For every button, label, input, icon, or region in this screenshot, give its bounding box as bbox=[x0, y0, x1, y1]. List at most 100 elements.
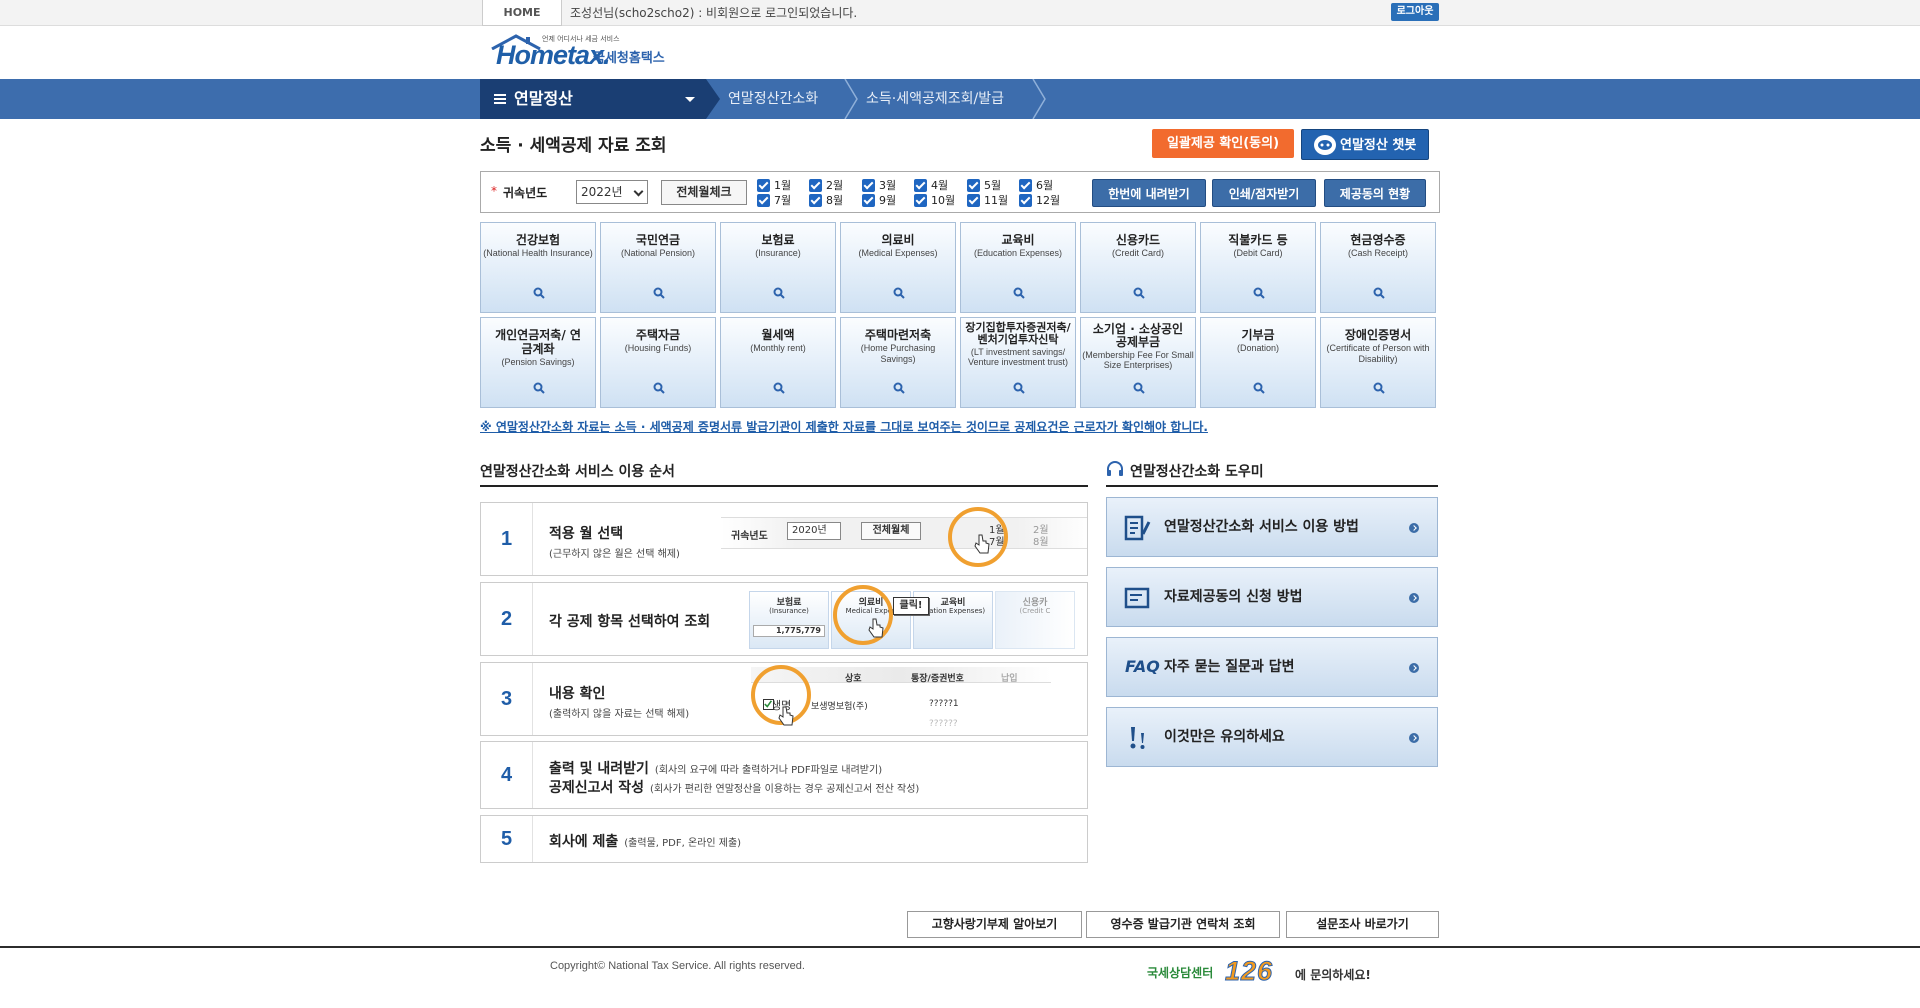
nav-menu-label: 연말정산 bbox=[514, 89, 573, 108]
document-icon bbox=[1124, 587, 1150, 609]
helper-usage-guide-button[interactable]: 연말정산간소화 서비스 이용 방법 bbox=[1106, 497, 1438, 557]
download-all-button[interactable]: 한번에 내려받기 bbox=[1092, 179, 1206, 207]
checkbox-checked-icon bbox=[1019, 194, 1032, 207]
helper-item-label: 이것만은 유의하세요 bbox=[1164, 729, 1285, 745]
page-title: 소득 · 세액공제 자료 조회 bbox=[480, 136, 667, 156]
helper-item-label: 연말정산간소화 서비스 이용 방법 bbox=[1164, 519, 1359, 535]
search-icon bbox=[1373, 382, 1385, 394]
breadcrumb-item-2[interactable]: 소득·세액공제조회/발급 bbox=[866, 79, 1004, 119]
step-number: 2 bbox=[481, 583, 533, 655]
logout-button[interactable]: 로그아웃 bbox=[1391, 3, 1439, 21]
illustration-year-label: 귀속년도 bbox=[731, 531, 768, 542]
bulk-consent-button[interactable]: 일괄제공 확인(동의) bbox=[1152, 129, 1294, 158]
checkbox-checked-icon bbox=[862, 194, 875, 207]
step-note: (회사가 편리한 연말정산을 이용하는 경우 공제신고서 전산 작성) bbox=[650, 784, 920, 795]
receipt-issuer-contact-button[interactable]: 영수증 발급기관 연락처 조회 bbox=[1086, 911, 1280, 938]
checkbox-checked-icon bbox=[862, 179, 875, 192]
tile-disability-certificate[interactable]: 장애인증명서 (Certificate of Person with Disabi… bbox=[1320, 317, 1436, 408]
step-number: 3 bbox=[481, 663, 533, 735]
illustration-row-text: 보생명보험(주) bbox=[811, 702, 868, 712]
step-title-2: 공제신고서 작성 bbox=[549, 780, 645, 796]
illustration-month-8: 8월 bbox=[1033, 537, 1049, 548]
step-number: 4 bbox=[481, 742, 533, 808]
nav-menu-dropdown[interactable]: 연말정산 bbox=[480, 79, 706, 119]
search-icon bbox=[773, 287, 785, 299]
checkbox-checked-icon bbox=[809, 194, 822, 207]
tile-donation[interactable]: 기부금 (Donation) bbox=[1200, 317, 1316, 408]
steps-section-divider bbox=[480, 485, 1088, 487]
tile-debit-card[interactable]: 직불카드 등 (Debit Card) bbox=[1200, 222, 1316, 313]
search-icon bbox=[1253, 382, 1265, 394]
step-subtitle: (출력하지 않을 자료는 선택 해제) bbox=[549, 709, 690, 720]
helper-item-label: 자료제공동의 신청 방법 bbox=[1164, 589, 1303, 605]
tile-national-health-insurance[interactable]: 건강보험 (National Health Insurance) bbox=[480, 222, 596, 313]
tile-lt-investment-savings[interactable]: 장기집합투자증권저축/ 벤처기업투자신탁 (LT investment savin… bbox=[960, 317, 1076, 408]
step-title: 적용 월 선택 bbox=[549, 526, 624, 542]
select-all-months-button[interactable]: 전체월체크 bbox=[661, 180, 747, 205]
callcenter-suffix: 에 문의하세요! bbox=[1295, 968, 1371, 982]
year-label: 귀속년도 bbox=[503, 186, 548, 200]
illustration-row-value: ?????1 bbox=[929, 699, 959, 709]
survey-button[interactable]: 설문조사 바로가기 bbox=[1286, 911, 1439, 938]
tile-national-pension[interactable]: 국민연금 (National Pension) bbox=[600, 222, 716, 313]
illustration-col-header: 통장/증권번호 bbox=[911, 674, 964, 684]
step-title: 회사에 제출 bbox=[549, 834, 619, 850]
step-4: 4 출력 및 내려받기 (회사의 요구에 따라 출력하거나 PDF파일로 내려받기… bbox=[480, 741, 1088, 809]
checkbox-checked-icon bbox=[809, 179, 822, 192]
logo-korean: 국세청홈택스 bbox=[593, 51, 665, 66]
arrow-right-icon bbox=[1409, 523, 1419, 533]
tile-medical-expenses[interactable]: 의료비 (Medical Expenses) bbox=[840, 222, 956, 313]
illustration-tile-en: (Insurance) bbox=[769, 607, 809, 615]
hometax-logo[interactable]: 언제 어디서나 세금 서비스 Hometax. 국세청홈택스 bbox=[488, 30, 688, 76]
steps-section-title: 연말정산간소화 서비스 이용 순서 bbox=[480, 464, 675, 480]
search-icon bbox=[533, 287, 545, 299]
copyright-text: Copyright© National Tax Service. All rig… bbox=[550, 960, 805, 972]
chevron-down-icon bbox=[633, 186, 644, 197]
click-tooltip: 클릭! bbox=[893, 597, 929, 615]
guide-icon bbox=[1124, 515, 1151, 541]
breadcrumb-item-1[interactable]: 연말정산간소화 bbox=[728, 79, 818, 119]
checkbox-checked-icon bbox=[967, 194, 980, 207]
print-braille-button[interactable]: 인쇄/점자받기 bbox=[1212, 179, 1316, 207]
search-icon bbox=[533, 382, 545, 394]
illustration-year-select: 2020년 bbox=[787, 522, 841, 540]
tile-education-expenses[interactable]: 교육비 (Education Expenses) bbox=[960, 222, 1076, 313]
tile-cash-receipt[interactable]: 현금영수증 (Cash Receipt) bbox=[1320, 222, 1436, 313]
filter-bar: * 귀속년도 2022년 전체월체크 1월 2월 3월 4월 5월 6월 7월 … bbox=[480, 171, 1440, 213]
pointer-hand-icon bbox=[778, 706, 794, 726]
search-icon bbox=[1013, 287, 1025, 299]
step-note: (출력물, PDF, 온라인 제출) bbox=[624, 838, 742, 849]
illustration-tile-value: 1,775,779 bbox=[753, 625, 825, 637]
year-select[interactable]: 2022년 bbox=[576, 180, 648, 204]
login-status-message: 조성선님(scho2scho2) : 비회원으로 로그인되었습니다. bbox=[570, 6, 858, 20]
helper-consent-method-button[interactable]: 자료제공동의 신청 방법 bbox=[1106, 567, 1438, 627]
arrow-right-icon bbox=[1409, 733, 1419, 743]
chatbot-icon bbox=[1314, 135, 1336, 155]
tile-insurance[interactable]: 보험료 (Insurance) bbox=[720, 222, 836, 313]
search-icon bbox=[893, 382, 905, 394]
hometown-donation-button[interactable]: 고향사랑기부제 알아보기 bbox=[907, 911, 1082, 938]
step-number: 1 bbox=[481, 503, 533, 575]
tile-monthly-rent[interactable]: 월세액 (Monthly rent) bbox=[720, 317, 836, 408]
step-5: 5 회사에 제출 (출력물, PDF, 온라인 제출) bbox=[480, 815, 1088, 863]
tile-small-enterprise-fee[interactable]: 소기업 · 소상공인 공제부금 (Membership Fee For Small… bbox=[1080, 317, 1196, 408]
tile-housing-funds[interactable]: 주택자금 (Housing Funds) bbox=[600, 317, 716, 408]
checkbox-checked-icon bbox=[1019, 179, 1032, 192]
helper-section-title: 연말정산간소화 도우미 bbox=[1130, 464, 1264, 480]
home-link[interactable]: HOME bbox=[482, 0, 562, 26]
step-2: 2 각 공제 항목 선택하여 조회 보험료 (Insurance) 1,775,… bbox=[480, 582, 1088, 656]
faq-icon: FAQ bbox=[1125, 657, 1160, 676]
checkbox-checked-icon bbox=[757, 194, 770, 207]
tile-home-purchasing-savings[interactable]: 주택마련저축 (Home Purchasing Savings) bbox=[840, 317, 956, 408]
hamburger-icon bbox=[494, 94, 506, 104]
tile-credit-card[interactable]: 신용카드 (Credit Card) bbox=[1080, 222, 1196, 313]
checkbox-checked-icon bbox=[914, 179, 927, 192]
helper-caution-button[interactable]: 이것만은 유의하세요 bbox=[1106, 707, 1438, 767]
consent-status-button[interactable]: 제공동의 현황 bbox=[1324, 179, 1426, 207]
helper-faq-button[interactable]: FAQ 자주 묻는 질문과 답변 bbox=[1106, 637, 1438, 697]
chatbot-button[interactable]: 연말정산 챗봇 bbox=[1301, 129, 1429, 160]
notice-text[interactable]: ※ 연말정산간소화 자료는 소득 · 세액공제 증명서류 발급기관이 제출한 자… bbox=[480, 418, 1208, 435]
chevron-right-icon bbox=[706, 79, 720, 119]
search-icon bbox=[893, 287, 905, 299]
tile-pension-savings[interactable]: 개인연금저축/ 연금계좌 (Pension Savings) bbox=[480, 317, 596, 408]
